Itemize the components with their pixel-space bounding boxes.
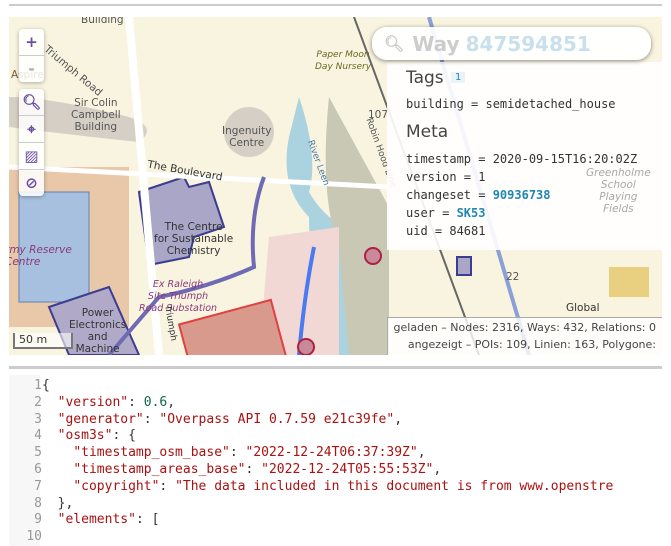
tags-count-badge: 1 [451, 72, 466, 83]
line-number: 10 [26, 529, 42, 545]
line-number: 6 [34, 461, 42, 477]
map-label: The Centre for Sustainable Chemistry [154, 221, 234, 257]
stats-shown: angezeigt – POIs: 109, Linien: 163, Poly… [407, 338, 656, 351]
line-number: 5 [34, 445, 42, 461]
line-number: 3 [34, 411, 42, 427]
search-icon: 🔍︎ [384, 34, 405, 53]
map-label: rmy Reserve Centre [9, 244, 72, 268]
map-view[interactable]: Building Triumph Road Aspire Sir Colin C… [9, 17, 662, 355]
json-value: "2022-12-24T05:55:53Z" [261, 461, 434, 477]
json-key: "osm3s" [57, 428, 113, 444]
json-key: "version" [57, 394, 129, 410]
meta-timestamp: timestamp = 2020-09-15T16:20:02Z [406, 152, 638, 166]
tag-row: building = semidetached_house [406, 97, 616, 111]
search-icon[interactable]: 🔍︎ [19, 89, 44, 116]
tags-heading: Tags [406, 68, 444, 88]
line-number: 4 [34, 428, 42, 444]
changeset-link[interactable]: 90936738 [493, 188, 551, 202]
map-tools: 🔍︎ ⌖ ▨ ⊘ [19, 89, 44, 196]
line-number: 8 [34, 495, 42, 511]
map-label: Building [81, 17, 124, 26]
map-label: 22 [506, 271, 520, 283]
meta-user-label: user = [406, 206, 457, 220]
json-key: "timestamp_areas_base" [73, 461, 246, 477]
image-icon[interactable]: ▨ [19, 143, 44, 170]
meta-uid: uid = 84681 [406, 224, 486, 238]
map-label: Greenholme School Playing Fields [586, 167, 651, 215]
scale-bar: 50 m [13, 333, 73, 349]
json-key: "elements" [57, 512, 136, 528]
json-key: "timestamp_osm_base" [73, 445, 230, 461]
line-number: 1 [34, 378, 42, 393]
map-label: Sir Colin Campbell Building [71, 97, 121, 133]
map-label: Global [566, 302, 600, 314]
meta-heading: Meta [406, 122, 449, 142]
locate-icon[interactable]: ⌖ [19, 116, 44, 143]
json-value: 0.6 [143, 394, 168, 410]
json-key: "copyright" [73, 478, 160, 494]
line-number: 2 [34, 394, 42, 410]
top-divider [9, 4, 662, 6]
feature-popup: Tags 1 building = semidetached_house Met… [387, 62, 662, 250]
zoom-controls: + - [19, 29, 44, 82]
map-label: Ex Raleigh Site Triumph Road Substation [139, 279, 218, 314]
zoom-out-button[interactable]: - [19, 56, 44, 82]
json-value: "The data included in this document is f… [175, 478, 614, 494]
map-label: Ingenuity Centre [222, 125, 272, 149]
user-link[interactable]: SK53 [457, 206, 486, 220]
json-value: "2022-12-24T06:37:39Z" [245, 445, 418, 461]
map-label: Power Electronics and Machine [69, 307, 127, 355]
map-label: 107 [368, 109, 389, 121]
line-number: 9 [34, 512, 42, 528]
json-key: "generator" [57, 411, 144, 427]
stats-loaded: geladen – Nodes: 2316, Ways: 432, Relati… [393, 321, 656, 334]
json-value: "Overpass API 0.7.59 e21c39fe" [159, 411, 395, 427]
clear-icon[interactable]: ⊘ [19, 170, 44, 196]
feature-id[interactable]: 847594851 [466, 32, 591, 56]
panel-divider[interactable] [9, 366, 662, 369]
meta-changeset-label: changeset = [406, 188, 493, 202]
line-number: 7 [34, 478, 42, 494]
feature-type: Way [412, 31, 460, 56]
zoom-in-button[interactable]: + [19, 29, 44, 56]
search-bar[interactable]: 🔍︎ Way 847594851 [372, 27, 651, 60]
json-output[interactable]: 1{ 2 "version": 0.6, 3 "generator": "Ove… [9, 378, 613, 546]
data-stats: geladen – Nodes: 2316, Ways: 432, Relati… [387, 317, 662, 355]
map-label: Paper Moon Day Nursery [315, 50, 372, 72]
